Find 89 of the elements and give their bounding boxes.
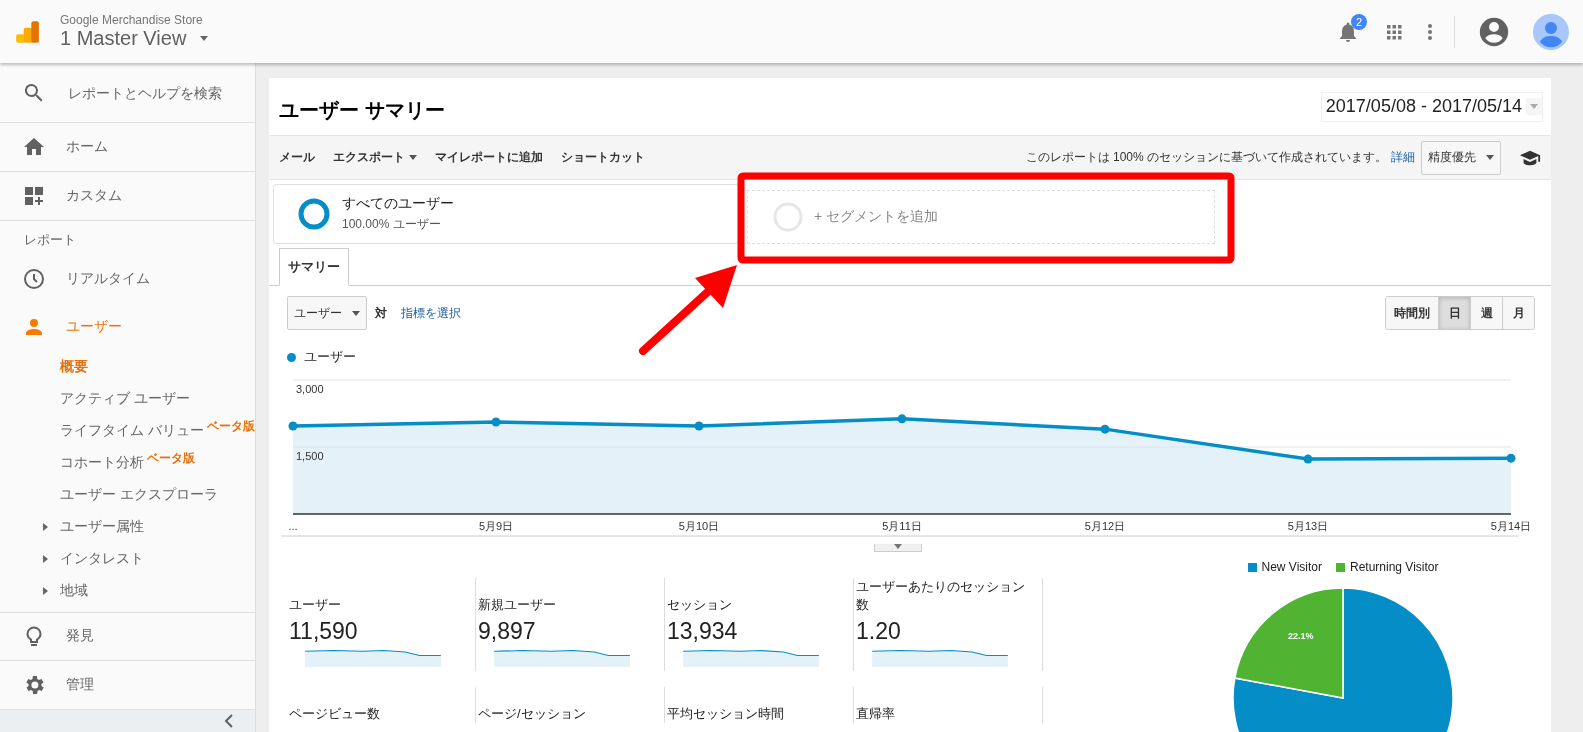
segment-detail: 100.00% ユーザー [342,216,442,233]
metric-label: 新規ユーザー [478,595,557,614]
data-point [694,421,704,431]
sampling-note: このレポートは 100% のセッションに基づいて作成されています。 [1025,149,1387,166]
caret-icon [200,36,209,41]
metric-value: 11,590 [289,618,359,645]
metric-value: 1.20 [856,618,902,646]
caret-icon [1530,104,1538,109]
axis-label: 5月12日 [1084,520,1126,532]
granularity-button[interactable]: 時間別 [1386,297,1438,329]
slice-label: 22.1% [1288,631,1314,642]
search-field[interactable]: レポートとヘルプを検索 [66,83,246,102]
caret-icon [352,310,360,316]
avatar-icon [1533,13,1569,50]
analytics-logo-icon [14,18,40,45]
nav-subitem[interactable]: ユーザー エクスプローラ [0,479,255,511]
view-selector[interactable]: 1 Master View [60,27,209,50]
metric-label: ページ/セッション [478,705,587,724]
ring-icon [298,198,330,230]
nav-item[interactable]: リアルタイム [0,255,255,303]
metric-value: 9,897 [478,618,537,645]
granularity-button[interactable]: 日 [1438,297,1470,329]
nav-subitem[interactable]: アクティブ ユーザー [0,383,255,415]
data-point [1100,424,1110,434]
versus-label: 対 [375,304,387,322]
axis-label: 3,000 [296,383,324,395]
nav-item[interactable]: 管理 [0,660,255,710]
nav-item[interactable]: カスタム [0,172,255,221]
granularity-button[interactable]: 月 [1502,297,1534,329]
data-point [288,421,298,431]
beta-label: ベータ版 [206,418,255,435]
nav-subitem[interactable]: 地域 [0,575,255,607]
caret-icon [1486,155,1494,160]
data-point [1506,453,1516,463]
avatar[interactable] [1533,13,1569,50]
beta-label: ベータ版 [147,450,195,467]
date-range-picker[interactable]: 2017/05/08 - 2017/05/14 [1320,91,1543,122]
nav-subitem[interactable]: インタレスト [0,543,255,575]
nav-subitem[interactable]: ユーザー属性 [0,511,255,543]
metric-value: 13,934 [667,618,739,645]
more-button[interactable] [1428,23,1432,40]
ring-icon [772,201,804,233]
axis-label: 5月11日 [882,520,922,532]
metric-label: ユーザー [289,595,342,614]
caret-icon [409,155,417,160]
toolbar-action[interactable]: マイレポートに追加 [435,149,543,166]
axis-label: 5月14日 [1490,520,1532,532]
toolbar-action[interactable]: メール [279,149,315,166]
dots-vertical-icon [1428,23,1432,40]
section-heading: レポート [23,231,77,249]
nav-item[interactable]: ホーム [0,123,255,172]
add-segment-button[interactable]: + セグメントを追加 [747,190,1215,244]
granularity-button[interactable]: 週 [1470,297,1502,329]
metric-label: 平均セッション時間 [667,705,785,724]
choose-metric-link[interactable]: 指標を選択 [401,304,461,322]
metric-select[interactable]: ユーザー [287,296,367,330]
segment-card[interactable]: すべてのユーザー 100.00% ユーザー [273,184,739,244]
data-point [897,414,907,424]
legend-item: New Visitor [1247,560,1322,574]
legend-label: ユーザー [304,348,356,366]
grid-plus-icon [22,184,46,208]
axis-label: 1,500 [296,450,324,462]
sampling-select[interactable]: 精度優先 [1421,140,1501,175]
nav-subitem[interactable]: コホート分析 ベータ版 [0,447,255,479]
data-point [1303,454,1313,464]
metric-label: 直帰率 [856,705,896,724]
tab[interactable]: サマリー [279,248,349,286]
metric-label: ユーザーあたりのセッション数 [856,578,1026,615]
toolbar-action[interactable]: エクスポート [333,149,417,166]
axis-label: 5月13日 [1287,520,1329,532]
caret-icon [894,544,902,549]
axis-label: 5月9日 [478,520,514,532]
metric-label: セッション [667,595,733,614]
chevron-left-icon [223,713,235,728]
legend-item: Returning Visitor [1336,560,1439,574]
notification-count: 2 [1351,13,1367,30]
nav-item[interactable]: 発見 [0,611,255,661]
metric-label: ページビュー数 [289,705,381,724]
axis-label: 5月10日 [678,520,720,532]
clock-icon [22,267,46,291]
toolbar-action[interactable]: ショートカット [561,149,645,166]
details-link[interactable]: 詳細 [1391,149,1415,166]
segment-name: すべてのユーザー [342,195,454,213]
data-point [491,417,501,427]
expand-handle[interactable] [874,544,922,552]
nav-subitem[interactable]: ライフタイム バリュー ベータ版 [0,415,255,447]
axis-label: ... [288,520,298,532]
property-name: Google Merchandise Store [60,13,204,27]
report-title: ユーザー サマリー [279,98,445,123]
